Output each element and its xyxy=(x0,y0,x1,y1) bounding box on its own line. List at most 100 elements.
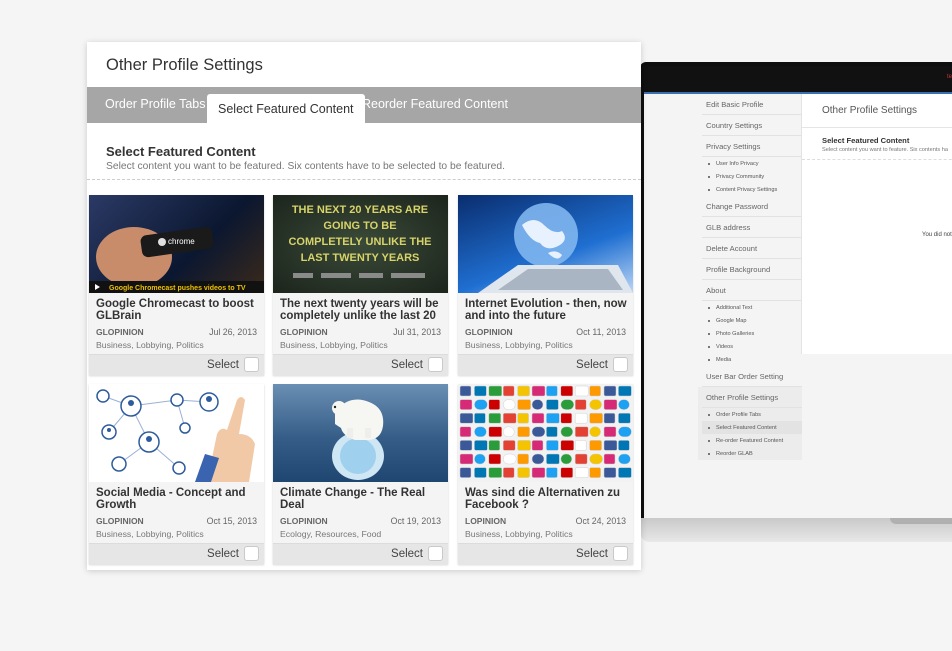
social-logo-tile xyxy=(531,467,546,478)
card-footer: Select xyxy=(273,543,448,565)
laptop-panel-subtitle: Select Featured Content xyxy=(822,136,910,145)
social-logo-tile xyxy=(531,412,545,424)
select-checkbox[interactable] xyxy=(613,546,628,561)
social-logos-collage xyxy=(459,385,632,478)
card-thumbnail xyxy=(273,384,448,482)
select-label[interactable]: Select xyxy=(207,359,239,371)
social-logo-tile xyxy=(474,467,487,478)
content-card[interactable]: THE NEXT 20 YEARS ARE GOING TO BE COMPLE… xyxy=(273,195,448,376)
card-author: GLOPINION xyxy=(96,327,144,337)
laptop-sidebar-subitem[interactable]: Reorder GLAB xyxy=(702,447,802,460)
social-logo-tile xyxy=(546,440,559,451)
card-thumbnail xyxy=(458,384,633,482)
social-logo-tile xyxy=(474,412,486,424)
social-logo-tile xyxy=(517,440,531,451)
laptop-sidebar-subitem[interactable]: Photo Galleries xyxy=(702,327,802,340)
laptop-sidebar-subitem[interactable]: Videos xyxy=(702,340,802,353)
laptop-sidebar-subitem[interactable]: Additional Text xyxy=(702,301,802,314)
content-card[interactable]: Social Media - Concept and Growth GLOPIN… xyxy=(89,384,264,565)
social-logo-tile xyxy=(459,440,473,451)
laptop-sidebar-item[interactable]: Delete Account xyxy=(702,238,802,259)
tab-select-featured-content[interactable]: Select Featured Content xyxy=(207,94,365,123)
social-logo-tile xyxy=(574,426,589,438)
social-logo-tile xyxy=(546,385,558,397)
social-logo-tile xyxy=(502,467,515,478)
card-thumbnail xyxy=(458,195,633,293)
content-card[interactable]: Was sind die Alternativen zu Facebook ? … xyxy=(458,384,633,565)
card-footer: Select xyxy=(458,354,633,376)
select-checkbox[interactable] xyxy=(244,357,259,372)
laptop-sidebar-item[interactable]: Profile Background xyxy=(702,259,802,280)
select-checkbox[interactable] xyxy=(244,546,259,561)
laptop-sidebar: Edit Basic Profile Country Settings Privac… xyxy=(698,94,802,460)
content-card[interactable]: Climate Change - The Real Deal GLOPINION… xyxy=(273,384,448,565)
social-logo-tile xyxy=(474,426,487,438)
social-logo-tile xyxy=(574,440,587,451)
social-logo-tile xyxy=(474,385,487,397)
laptop-display: Edit Basic Profile Country Settings Privac… xyxy=(644,94,952,518)
select-checkbox[interactable] xyxy=(613,357,628,372)
card-title[interactable]: Social Media - Concept and Growth xyxy=(96,487,260,511)
social-logo-tile xyxy=(603,440,618,451)
tab-order-profile-tabs[interactable]: Order Profile Tabs xyxy=(105,87,206,123)
social-logo-tile xyxy=(531,399,544,410)
laptop-sidebar-subitem[interactable]: Select Featured Content xyxy=(702,421,802,434)
laptop-sidebar-item[interactable]: Edit Basic Profile xyxy=(702,94,802,115)
content-card[interactable]: chrome Google Chromecast pushes videos t… xyxy=(89,195,264,376)
social-logo-tile xyxy=(459,467,472,478)
card-author: LOPINION xyxy=(465,516,507,526)
card-title[interactable]: Internet Evolution - then, now and into … xyxy=(465,298,629,322)
card-author: GLOPINION xyxy=(465,327,513,337)
laptop-sidebar-item[interactable]: Other Profile Settings xyxy=(702,387,802,408)
card-footer: Select xyxy=(89,354,264,376)
social-logo-tile xyxy=(546,412,560,424)
select-label[interactable]: Select xyxy=(576,359,608,371)
laptop-sidebar-subitem[interactable]: Privacy Community xyxy=(702,170,802,183)
laptop-base xyxy=(640,518,952,542)
card-date: Oct 19, 2013 xyxy=(390,516,441,526)
laptop-sidebar-subitem[interactable]: Content Privacy Settings xyxy=(702,183,802,196)
laptop-sidebar-item[interactable]: User Bar Order Setting xyxy=(702,366,802,387)
laptop-sidebar-item[interactable]: About xyxy=(702,280,802,301)
select-label[interactable]: Select xyxy=(576,548,608,560)
social-logo-tile xyxy=(618,426,632,438)
tab-bar: Order Profile Tabs Select Featured Conte… xyxy=(87,87,641,123)
card-author: GLOPINION xyxy=(96,516,144,526)
card-title[interactable]: The next twenty years will be completely… xyxy=(280,298,444,322)
laptop-sidebar-item[interactable]: Country Settings xyxy=(702,115,802,136)
thumbnail-caption: Google Chromecast pushes videos to TV xyxy=(109,285,246,292)
laptop-sidebar-item[interactable]: Privacy Settings xyxy=(702,136,802,157)
laptop-sidebar-subitem[interactable]: Google Map xyxy=(702,314,802,327)
tab-reorder-featured-content[interactable]: Reorder Featured Content xyxy=(362,87,508,123)
social-logo-tile xyxy=(474,453,486,465)
laptop-sidebar-subitem[interactable]: User Info Privacy xyxy=(702,157,802,170)
select-checkbox[interactable] xyxy=(428,546,443,561)
svg-text:COMPLETELY UNLIKE THE: COMPLETELY UNLIKE THE xyxy=(288,236,431,248)
card-tags: Business, Lobbying, Politics xyxy=(465,340,573,350)
card-date: Jul 31, 2013 xyxy=(393,327,441,337)
select-label[interactable]: Select xyxy=(391,359,423,371)
content-card[interactable]: Internet Evolution - then, now and into … xyxy=(458,195,633,376)
social-logo-tile xyxy=(589,453,603,465)
social-logo-tile xyxy=(488,440,501,451)
select-checkbox[interactable] xyxy=(428,357,443,372)
select-label[interactable]: Select xyxy=(391,548,423,560)
laptop-sidebar-item[interactable]: Change Password xyxy=(702,196,802,217)
card-title[interactable]: Climate Change - The Real Deal xyxy=(280,487,444,511)
social-logo-tile xyxy=(459,412,474,424)
laptop-sidebar-subitem[interactable]: Order Profile Tabs xyxy=(702,408,802,421)
social-logo-tile xyxy=(574,412,588,424)
laptop-sidebar-item[interactable]: GLB address xyxy=(702,217,802,238)
social-logo-tile xyxy=(560,426,574,438)
laptop-sidebar-group: Profile Background xyxy=(702,259,802,280)
card-title[interactable]: Was sind die Alternativen zu Facebook ? xyxy=(465,487,629,511)
card-title[interactable]: Google Chromecast to boost GLBrain xyxy=(96,298,260,322)
laptop-sidebar-subitem[interactable]: Re-order Featured Content xyxy=(702,434,802,447)
social-logo-tile xyxy=(517,467,530,478)
laptop-topbar: te xyxy=(644,66,952,94)
card-footer: Select xyxy=(89,543,264,565)
laptop-sidebar-subitem[interactable]: Media xyxy=(702,353,802,366)
select-label[interactable]: Select xyxy=(207,548,239,560)
social-logo-tile xyxy=(618,385,632,397)
social-logo-tile xyxy=(589,426,601,438)
